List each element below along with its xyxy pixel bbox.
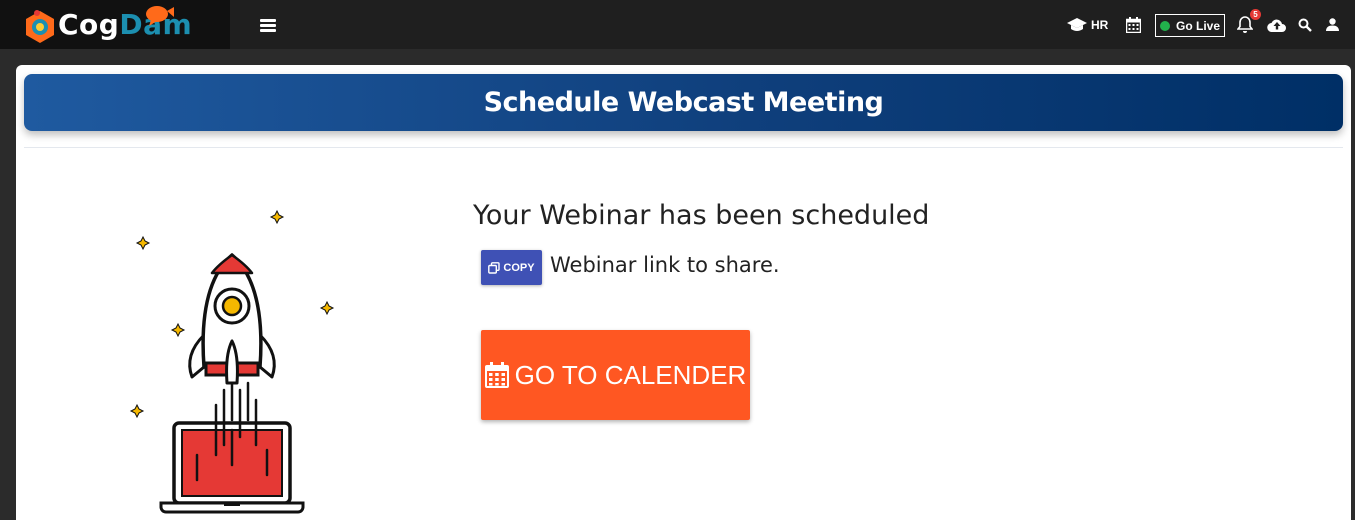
calendar-icon — [1126, 16, 1141, 33]
bell-icon — [1237, 16, 1253, 33]
brand-name-part1: Cog — [58, 8, 120, 41]
go-live-label: Go Live — [1175, 18, 1220, 33]
go-to-calendar-label: GO TO CALENDER — [514, 359, 747, 390]
page-title: Schedule Webcast Meeting — [483, 87, 884, 118]
calendar-menu-item[interactable] — [1126, 0, 1141, 49]
calendar-icon — [484, 362, 509, 388]
header-divider — [24, 147, 1343, 148]
share-link-text: Webinar link to share. — [550, 253, 780, 277]
copy-label: COPY — [503, 261, 535, 274]
go-to-calendar-button[interactable]: GO TO CALENDER — [481, 330, 750, 420]
graduation-cap-icon — [1067, 17, 1087, 31]
copy-link-button[interactable]: COPY — [481, 250, 542, 285]
go-live-button[interactable]: Go Live — [1155, 14, 1225, 37]
rocket-launch-illustration — [129, 209, 335, 514]
hr-label: HR — [1091, 17, 1109, 32]
page-header-banner: Schedule Webcast Meeting — [24, 74, 1343, 131]
notifications-button[interactable] — [1237, 0, 1253, 49]
upload-button[interactable] — [1267, 0, 1287, 49]
top-navbar: CogDam HR Go Live 5 — [0, 0, 1355, 49]
notification-count-badge: 5 — [1250, 9, 1261, 20]
copy-icon — [488, 261, 501, 274]
scheduled-message: Your Webinar has been scheduled — [473, 200, 930, 231]
main-card: Schedule Webcast Meeting Your Webinar ha… — [16, 65, 1351, 520]
hamburger-menu-button[interactable] — [260, 19, 276, 33]
user-icon — [1326, 18, 1339, 31]
cloud-upload-icon — [1267, 19, 1286, 32]
search-button[interactable] — [1298, 0, 1312, 49]
user-profile-button[interactable] — [1326, 0, 1339, 49]
logo[interactable]: CogDam — [0, 0, 230, 49]
speech-bubble-icon — [146, 6, 174, 26]
live-status-dot — [1159, 20, 1170, 31]
search-icon — [1298, 18, 1312, 32]
hr-menu-item[interactable]: HR — [1067, 0, 1108, 49]
